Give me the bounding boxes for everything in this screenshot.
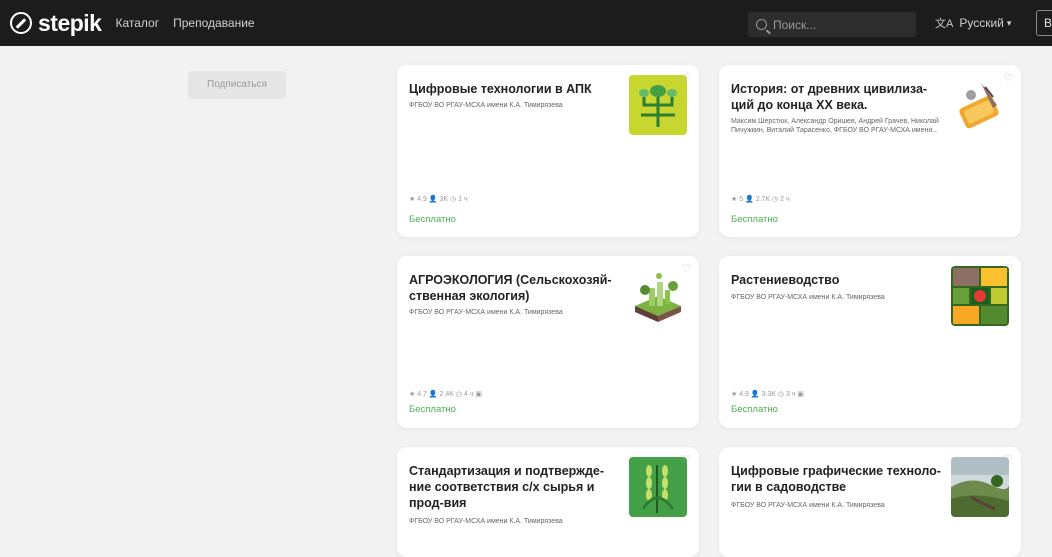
course-thumbnail (629, 75, 687, 135)
course-card[interactable]: Цифровые графические техноло-гии в садов… (719, 447, 1021, 557)
course-title[interactable]: История: от древних цивилиза-ций до конц… (731, 81, 941, 113)
course-thumbnail (629, 457, 687, 517)
course-card[interactable]: Растениеводство ФГБОУ ВО РГАУ-МСХА имени… (719, 256, 1021, 428)
favorite-heart-icon[interactable]: ♡ (1003, 453, 1013, 466)
course-authors: ФГБОУ ВО РГАУ-МСХА имени К.А. Тимирязева (731, 502, 885, 509)
favorite-heart-icon[interactable]: ♡ (681, 71, 691, 84)
language-label: Русский (959, 16, 1004, 30)
course-price: Бесплатно (731, 214, 778, 225)
top-navbar: stepik Каталог Преподавание Поиск... 文A … (0, 0, 1052, 46)
stepik-logo[interactable]: stepik (10, 9, 102, 37)
course-thumbnail (951, 457, 1009, 517)
favorite-heart-icon[interactable]: ♡ (1003, 262, 1013, 275)
course-title[interactable]: Стандартизация и подтвержде-ние соответс… (409, 463, 619, 511)
course-thumbnail (951, 266, 1009, 326)
course-title[interactable]: Растениеводство (731, 272, 941, 288)
course-stats: ★ 4.9 👤 3.3K ◷ 3 ч ▣ (731, 391, 804, 398)
language-selector[interactable]: 文A Русский ▾ (935, 0, 1011, 46)
subscribe-button[interactable]: Подписаться (188, 71, 286, 99)
course-card[interactable]: АГРОЭКОЛОГИЯ (Сельскохозяй-ственная экол… (397, 256, 699, 428)
course-price: Бесплатно (731, 404, 778, 415)
nav-catalog[interactable]: Каталог (115, 16, 159, 30)
translate-icon: 文A (935, 18, 954, 30)
course-thumbnail (951, 75, 1009, 135)
search-icon (756, 19, 767, 30)
course-authors: Максим Шерстюк, Александр Оришев, Андрей… (731, 118, 939, 134)
logo-text: stepik (38, 9, 102, 36)
favorite-heart-icon[interactable]: ♡ (681, 262, 691, 275)
course-title[interactable]: Цифровые графические техноло-гии в садов… (731, 463, 941, 495)
course-title[interactable]: АГРОЭКОЛОГИЯ (Сельскохозяй-ственная экол… (409, 272, 619, 304)
course-authors: ФГБОУ ВО РГАУ-МСХА имени К.А. Тимирязева (409, 309, 563, 316)
login-button[interactable]: В (1036, 10, 1052, 36)
course-authors: ФГБОУ ВО РГАУ-МСХА имени К.А. Тимирязева (409, 518, 563, 525)
course-price: Бесплатно (409, 214, 456, 225)
course-title[interactable]: Цифровые технологии в АПК (409, 81, 619, 97)
course-card[interactable]: История: от древних цивилиза-ций до конц… (719, 65, 1021, 237)
search-placeholder: Поиск... (773, 17, 817, 32)
chevron-down-icon: ▾ (1006, 17, 1012, 28)
course-authors: ФГБОУ ВО РГАУ-МСХА имени К.А. Тимирязева (409, 102, 563, 109)
course-authors: ФГБОУ ВО РГАУ-МСХА имени К.А. Тимирязева (731, 294, 885, 301)
search-input[interactable]: Поиск... (748, 12, 916, 37)
course-stats: ★ 4.7 👤 2.4K ◷ 4 ч ▣ (409, 391, 482, 398)
course-stats: ★ 4.9 👤 3K ◷ 1 ч (409, 196, 468, 203)
course-card[interactable]: Стандартизация и подтвержде-ние соответс… (397, 447, 699, 557)
favorite-heart-icon[interactable]: ♡ (1003, 71, 1013, 84)
course-thumbnail (629, 266, 687, 326)
stepik-logo-icon (10, 12, 32, 34)
course-card[interactable]: Цифровые технологии в АПК ФГБОУ ВО РГАУ-… (397, 65, 699, 237)
favorite-heart-icon[interactable]: ♡ (681, 453, 691, 466)
course-price: Бесплатно (409, 404, 456, 415)
course-stats: ★ 5 👤 2.7K ◷ 2 ч (731, 196, 790, 203)
nav-teaching[interactable]: Преподавание (173, 16, 254, 30)
